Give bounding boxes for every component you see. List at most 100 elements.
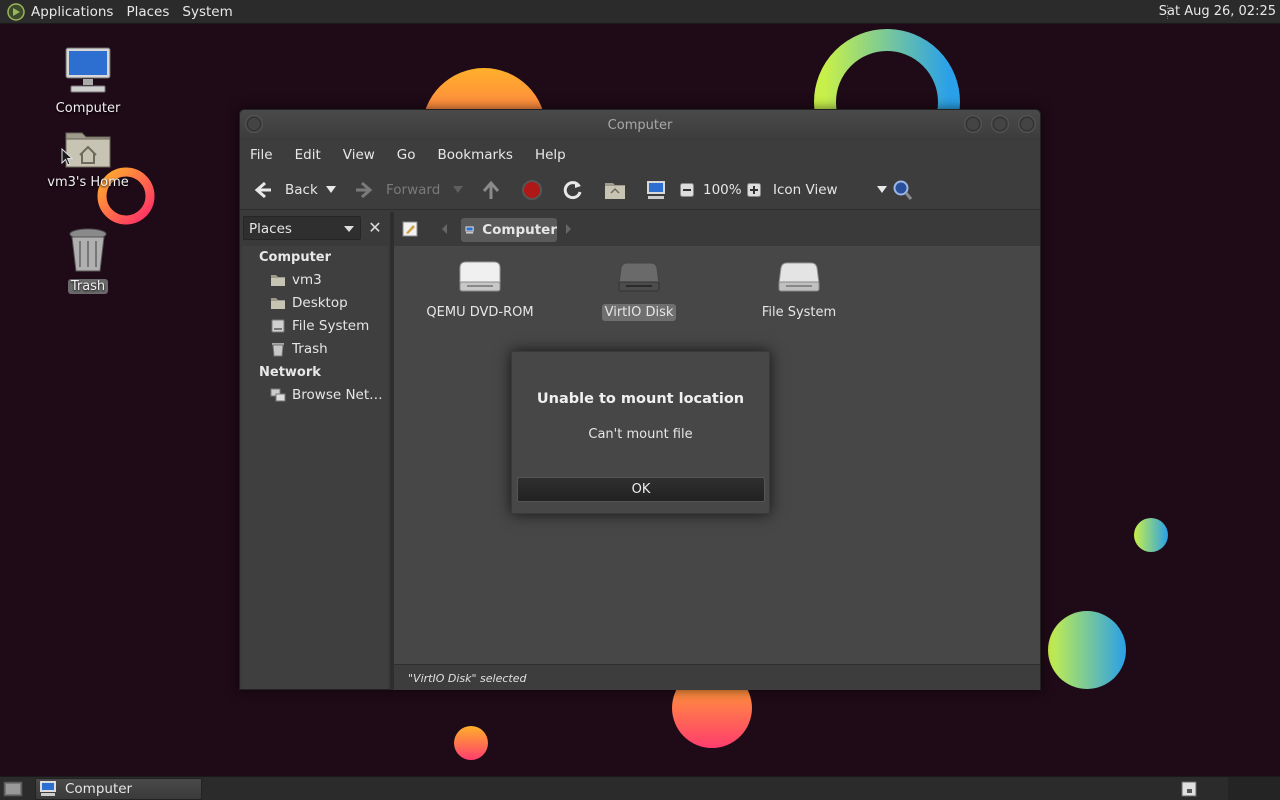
sidebar-selector[interactable]: Places [243,216,361,240]
back-label: Back [285,182,318,198]
sidebar-item-label: vm3 [292,272,322,288]
zoom-in-button[interactable] [747,170,761,210]
menu-edit[interactable]: Edit [295,147,321,163]
menu-applications[interactable]: Applications [31,4,113,20]
sidebar-item-desktop[interactable]: Desktop [270,293,348,313]
clock[interactable]: Sat Aug 26, 02:25 [1159,4,1276,19]
back-button[interactable]: Back [251,170,318,210]
menu-file[interactable]: File [250,147,273,163]
edit-location-icon[interactable] [402,221,418,237]
trash-icon [272,343,284,357]
status-bar: "VirtIO Disk" selected [394,664,1040,690]
chevron-down-icon [344,226,354,232]
desktop-folder-icon [271,298,285,309]
sidebar-item-label: File System [292,318,370,334]
window-titlebar[interactable]: Computer [240,110,1040,140]
forward-history-dropdown[interactable] [453,170,463,210]
menu-system[interactable]: System [182,4,232,20]
arrow-right-icon [356,181,373,199]
taskbar-item-computer[interactable]: Computer [35,778,202,800]
chevron-down-icon [453,186,463,193]
stop-button[interactable] [521,170,543,210]
zoom-out-button[interactable] [680,170,694,210]
drive-item[interactable]: File System [719,260,879,321]
ok-button[interactable]: OK [517,477,765,502]
sidebar-item-label: Desktop [292,295,348,311]
menubar: File Edit View Go Bookmarks Help [240,140,1040,170]
sidebar-section-network: Network [259,365,321,380]
home-folder-icon [605,183,625,199]
computer-icon [65,47,111,93]
menu-go[interactable]: Go [397,147,416,163]
chevron-down-icon [876,186,887,193]
toolbar: Back Forward 100% Icon View [240,170,1040,210]
drive-item[interactable]: QEMU DVD-ROM [400,260,560,321]
taskbar-item-label: Computer [65,781,133,797]
minimize-button[interactable] [964,115,982,133]
path-scroll-right-icon[interactable] [566,224,572,234]
computer-icon [40,781,56,796]
forward-label: Forward [386,182,441,198]
workspace-switcher-icon[interactable] [1181,781,1197,797]
computer-button[interactable] [645,170,667,210]
drive-label: File System [761,305,837,320]
optical-drive-icon [459,261,501,292]
desktop-icon-home[interactable]: vm3's Home [38,127,138,190]
home-button[interactable] [604,170,626,210]
menu-help[interactable]: Help [535,147,566,163]
sidebar-section-computer: Computer [259,250,332,265]
sidebar-selector-label: Places [249,221,292,237]
path-current-label: Computer [482,222,557,238]
back-history-dropdown[interactable] [326,170,336,210]
window-title: Computer [607,118,673,133]
maximize-button[interactable] [991,115,1009,133]
drive-icon [271,319,285,333]
search-icon [893,180,913,200]
show-desktop-icon[interactable] [3,780,23,798]
desktop-icon-label: Trash [67,279,109,294]
computer-icon [647,181,665,199]
menu-places[interactable]: Places [126,4,169,20]
sidebar: Computer vm3 Desktop File System Trash N… [242,246,388,689]
trash-icon [69,228,107,272]
reload-button[interactable] [562,170,584,210]
arrow-up-icon [482,180,500,199]
menu-view[interactable]: View [343,147,375,163]
drive-item-selected[interactable]: VirtIO Disk [559,260,719,321]
path-bar: Computer [394,214,1040,246]
forward-button[interactable]: Forward [354,170,440,210]
filesystem-drive-icon [778,262,820,292]
path-button-computer[interactable]: Computer [461,218,557,242]
arrow-left-icon [254,181,271,199]
close-button[interactable] [1018,115,1036,133]
path-scroll-left-icon[interactable] [442,224,448,234]
up-button[interactable] [480,170,502,210]
menu-bookmarks[interactable]: Bookmarks [438,147,513,163]
computer-icon [465,226,474,234]
desktop-icon-label: vm3's Home [47,175,129,190]
zoom-out-icon [680,183,694,197]
drive-label: QEMU DVD-ROM [426,305,534,320]
sidebar-item-trash[interactable]: Trash [270,339,328,359]
sidebar-item-vm3[interactable]: vm3 [270,270,322,290]
sidebar-item-browse-network[interactable]: Browse Net… [270,385,383,405]
view-mode-label: Icon View [773,182,838,198]
search-button[interactable] [891,170,913,210]
workspace-area[interactable] [1228,777,1280,800]
network-icon [270,388,286,402]
desktop-icon-trash[interactable]: Trash [38,227,138,294]
sidebar-item-file-system[interactable]: File System [270,316,369,336]
mount-error-dialog: Unable to mount location Can't mount fil… [511,351,770,514]
dialog-message: Can't mount file [588,427,693,442]
zoom-level[interactable]: 100% [703,170,742,210]
stop-icon [522,180,542,200]
sidebar-item-label: Trash [292,341,328,357]
close-sidebar-icon[interactable]: ✕ [365,218,385,238]
hard-disk-icon [618,262,660,292]
sidebar-header: Places ✕ [243,216,385,240]
distro-logo-icon[interactable] [7,2,25,21]
reload-icon [563,181,582,200]
bottom-panel: Computer [0,776,1280,800]
desktop-icon-computer[interactable]: Computer [38,45,138,116]
view-mode-select[interactable]: Icon View [773,170,887,210]
